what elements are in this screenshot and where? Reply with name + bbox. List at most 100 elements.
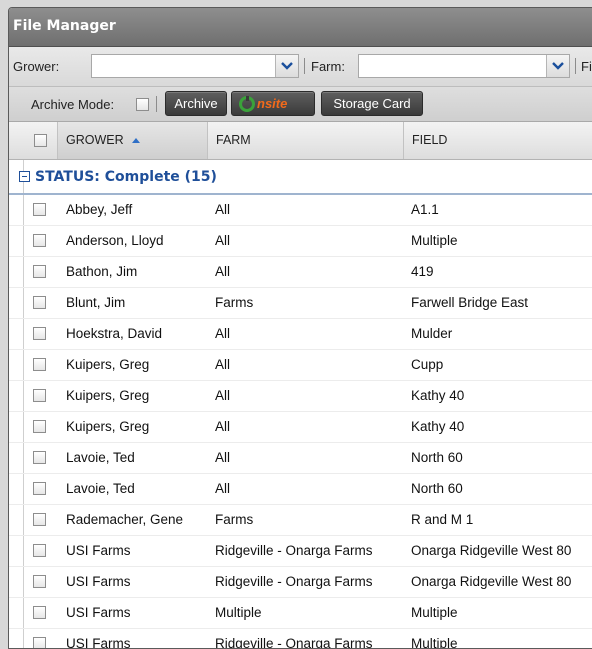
cell-grower: Kuipers, Greg	[66, 357, 150, 372]
column-header-farm[interactable]: FARM	[208, 122, 404, 159]
farm-dropdown-button[interactable]	[546, 55, 569, 77]
select-all-cell	[23, 122, 58, 159]
onsite-button[interactable]: nsite	[231, 91, 315, 116]
cell-field: Multiple	[411, 605, 458, 620]
cell-farm: All	[215, 481, 231, 496]
cell-farm: Ridgeville - Onarga Farms	[215, 574, 373, 589]
status-group-header[interactable]: STATUS: Complete (15)	[9, 160, 592, 195]
farm-label: Farm:	[311, 59, 345, 74]
column-header-grower[interactable]: GROWER	[58, 122, 208, 159]
archive-mode-checkbox[interactable]	[136, 98, 149, 111]
table-row[interactable]: Hoekstra, David All Mulder	[9, 319, 592, 350]
cell-grower: USI Farms	[66, 605, 131, 620]
table-row[interactable]: USI Farms Ridgeville - Onarga Farms Onarga…	[9, 567, 592, 598]
toolbar-separator	[304, 58, 305, 74]
window-title: File Manager	[9, 8, 592, 47]
row-checkbox[interactable]	[33, 544, 46, 557]
row-checkbox[interactable]	[33, 296, 46, 309]
cell-grower: Lavoie, Ted	[66, 450, 135, 465]
cell-field: Kathy 40	[411, 419, 465, 434]
row-checkbox[interactable]	[33, 451, 46, 464]
archive-button[interactable]: Archive	[165, 91, 227, 116]
storage-card-button[interactable]: Storage Card	[321, 91, 423, 116]
row-checkbox[interactable]	[33, 420, 46, 433]
toolbar-separator	[156, 96, 157, 112]
cell-farm: Farms	[215, 512, 254, 527]
cell-grower: Rademacher, Gene	[66, 512, 184, 527]
table-row[interactable]: USI Farms Ridgeville - Onarga Farms Onarga…	[9, 536, 592, 567]
cell-grower: USI Farms	[66, 574, 131, 589]
table-row[interactable]: Abbey, Jeff All A1.1	[9, 195, 592, 226]
cell-farm: All	[215, 419, 231, 434]
grower-dropdown-button[interactable]	[275, 55, 298, 77]
row-checkbox[interactable]	[33, 327, 46, 340]
cell-grower: Bathon, Jim	[66, 264, 138, 279]
table-row[interactable]: Bathon, Jim All 419	[9, 257, 592, 288]
cell-grower: Anderson, Lloyd	[66, 233, 164, 248]
cell-farm: All	[215, 264, 231, 279]
row-checkbox[interactable]	[33, 482, 46, 495]
filter-toolbar: Grower: Farm: Fi	[9, 47, 592, 87]
collapse-icon[interactable]	[19, 171, 30, 182]
row-checkbox[interactable]	[33, 203, 46, 216]
row-checkbox[interactable]	[33, 575, 46, 588]
cell-farm: Farms	[215, 295, 254, 310]
mode-toolbar: Archive Mode: Archive nsite Storage Card	[9, 87, 592, 122]
cell-grower: USI Farms	[66, 636, 131, 649]
cell-grower: Abbey, Jeff	[66, 202, 133, 217]
table-row[interactable]: Blunt, Jim Farms Farwell Bridge East	[9, 288, 592, 319]
table-row[interactable]: Lavoie, Ted All North 60	[9, 474, 592, 505]
cell-farm: All	[215, 357, 231, 372]
cell-farm: All	[215, 202, 231, 217]
cell-field: 419	[411, 264, 434, 279]
cell-grower: Kuipers, Greg	[66, 419, 150, 434]
row-checkbox[interactable]	[33, 637, 46, 648]
cell-field: Cupp	[411, 357, 444, 372]
field-label: Fi	[581, 59, 592, 74]
column-header-label: GROWER	[66, 133, 124, 147]
status-group-label: STATUS: Complete (15)	[35, 169, 217, 185]
table-row[interactable]: Kuipers, Greg All Kathy 40	[9, 381, 592, 412]
grower-label: Grower:	[13, 59, 60, 74]
file-manager-window: File Manager Grower: Farm: Fi Archive Mo…	[8, 7, 592, 649]
chevron-down-icon	[281, 62, 293, 70]
cell-field: Onarga Ridgeville West 80	[411, 543, 572, 558]
cell-grower: Lavoie, Ted	[66, 481, 135, 496]
cell-farm: Multiple	[215, 605, 262, 620]
table-row[interactable]: USI Farms Multiple Multiple	[9, 598, 592, 629]
table-row[interactable]: Kuipers, Greg All Cupp	[9, 350, 592, 381]
table-row[interactable]: Anderson, Lloyd All Multiple	[9, 226, 592, 257]
grid-header: GROWER FARM FIELD	[9, 122, 592, 160]
cell-grower: Blunt, Jim	[66, 295, 126, 310]
cell-farm: All	[215, 450, 231, 465]
table-row[interactable]: Lavoie, Ted All North 60	[9, 443, 592, 474]
row-checkbox[interactable]	[33, 358, 46, 371]
row-checkbox[interactable]	[33, 513, 46, 526]
cell-farm: Ridgeville - Onarga Farms	[215, 636, 373, 649]
cell-farm: Ridgeville - Onarga Farms	[215, 543, 373, 558]
table-row[interactable]: Kuipers, Greg All Kathy 40	[9, 412, 592, 443]
cell-grower: USI Farms	[66, 543, 131, 558]
select-all-checkbox[interactable]	[34, 134, 47, 147]
column-header-field[interactable]: FIELD	[404, 122, 592, 159]
farm-combo[interactable]	[358, 54, 570, 78]
archive-mode-label: Archive Mode:	[31, 97, 115, 112]
table-row[interactable]: Rademacher, Gene Farms R and M 1	[9, 505, 592, 536]
cell-field: Mulder	[411, 326, 453, 341]
cell-grower: Kuipers, Greg	[66, 388, 150, 403]
cell-field: Farwell Bridge East	[411, 295, 529, 310]
cell-farm: All	[215, 326, 231, 341]
cell-farm: All	[215, 233, 231, 248]
row-checkbox[interactable]	[33, 606, 46, 619]
table-row[interactable]: USI Farms Ridgeville - Onarga Farms Multip…	[9, 629, 592, 649]
grower-combo[interactable]	[91, 54, 299, 78]
chevron-down-icon	[552, 62, 564, 70]
row-checkbox[interactable]	[33, 389, 46, 402]
onsite-logo-icon	[239, 96, 255, 112]
cell-field: North 60	[411, 481, 463, 496]
row-checkbox[interactable]	[33, 265, 46, 278]
row-checkbox[interactable]	[33, 234, 46, 247]
cell-grower: Hoekstra, David	[66, 326, 163, 341]
sort-ascending-icon	[132, 138, 141, 143]
toolbar-separator	[575, 58, 576, 74]
